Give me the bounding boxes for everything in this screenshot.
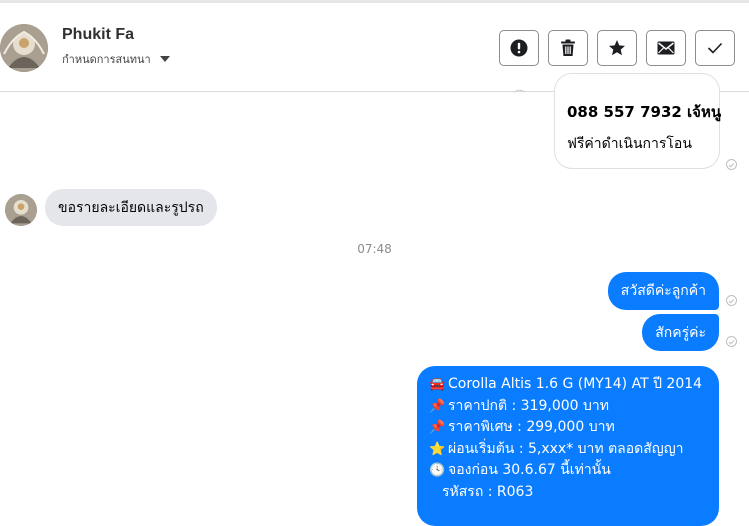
message-text: 088 557 7932 เจ้หนู <box>567 103 722 121</box>
contact-avatar[interactable] <box>0 24 48 72</box>
message-line: 📌 ราคาปกติ : 319,000 บาท <box>429 396 707 418</box>
message-text: ผ่อนเริ่มต้น : 5,xxx* บาท ตลอดสัญญา <box>448 440 684 457</box>
sent-message-bubble[interactable]: 088 557 7932 เจ้หนู ฟรีค่าดำเนินการโอน <box>554 73 722 169</box>
message-text: Corolla Altis 1.6 G (MY14) AT ปี 2014 <box>448 376 703 392</box>
manage-conversation-dropdown[interactable]: กำหนดการสนทนา <box>62 50 170 68</box>
sent-message-bubble[interactable]: สักครู่ค่ะ <box>642 314 719 351</box>
sent-message-bubble[interactable]: สวัสดีค่ะลูกค้า <box>607 272 719 310</box>
message-text: รหัสรถ : R063 <box>442 483 534 500</box>
message-text: จองก่อน 30.6.67 นี้เท่านั้น <box>448 462 611 478</box>
star-icon <box>609 40 625 56</box>
message-line: รหัสรถ : R063 <box>429 482 707 504</box>
message-line: 🚘 Corolla Altis 1.6 G (MY14) AT ปี 2014 <box>429 374 707 396</box>
pushpin-icon: 📌 <box>429 398 446 414</box>
check-icon <box>707 42 723 54</box>
delete-button[interactable] <box>548 30 588 66</box>
received-message-bubble[interactable]: ขอรายละเอียดและรูปรถ <box>45 189 217 226</box>
message-thread[interactable]: ⌒ 088 557 7932 เจ้หนู ฟรีค่าดำเนินการโอน… <box>0 73 749 526</box>
message-text: ฟรีค่าดำเนินการโอน <box>567 136 692 152</box>
seen-status-icon <box>726 159 737 170</box>
message-text: ราคาพิเศษ : 299,000 บาท <box>448 419 615 435</box>
car-icon: 🚘 <box>429 377 446 392</box>
message-line: 📌 ราคาพิเศษ : 299,000 บาท <box>429 417 707 439</box>
reaction-mark: ⌒ <box>514 89 525 102</box>
seen-status-icon <box>726 295 737 306</box>
message-timestamp: 07:48 <box>357 242 392 256</box>
mark-done-button[interactable] <box>695 30 735 66</box>
seen-status-icon <box>726 336 737 347</box>
sender-avatar[interactable] <box>5 194 37 226</box>
star-button[interactable] <box>597 30 637 66</box>
header-actions <box>499 30 735 66</box>
message-line: 🕓 จองก่อน 30.6.67 นี้เท่านั้น <box>429 460 707 482</box>
alert-circle-icon <box>510 39 528 57</box>
chevron-down-icon <box>159 56 170 62</box>
message-text: ราคาปกติ : 319,000 บาท <box>448 397 609 414</box>
report-button[interactable] <box>499 30 539 66</box>
manage-conversation-label: กำหนดการสนทนา <box>62 53 151 66</box>
trash-icon <box>561 39 575 56</box>
sent-message-bubble[interactable]: 🚘 Corolla Altis 1.6 G (MY14) AT ปี 2014 … <box>417 366 719 526</box>
mark-unread-button[interactable] <box>646 30 686 66</box>
message-line: ⭐ ผ่อนเริ่มต้น : 5,xxx* บาท ตลอดสัญญา <box>429 439 707 461</box>
pushpin-icon: 📌 <box>429 420 446 435</box>
contact-name[interactable]: Phukit Fa <box>62 26 134 44</box>
envelope-icon <box>657 41 675 55</box>
star-icon: ⭐ <box>429 441 446 457</box>
clock-icon: 🕓 <box>429 463 446 478</box>
